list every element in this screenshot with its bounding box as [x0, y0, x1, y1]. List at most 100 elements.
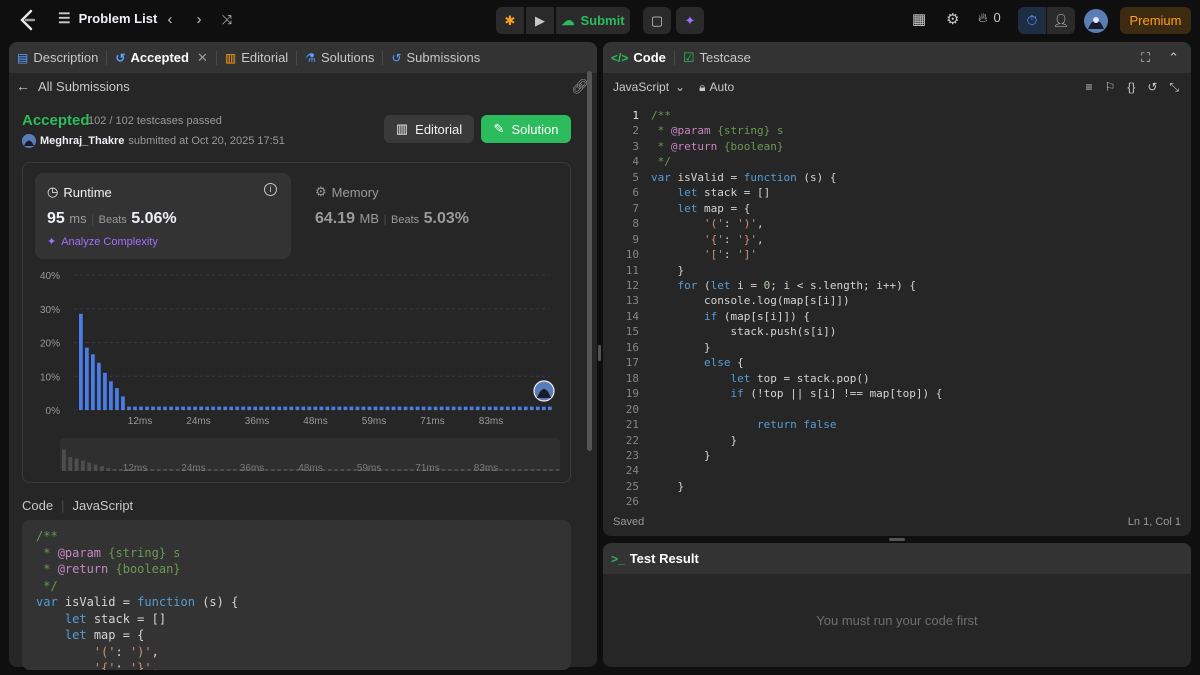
- code-line[interactable]: stack.push(s[i]): [651, 324, 942, 339]
- chart-bar[interactable]: [337, 406, 342, 410]
- chart-bar[interactable]: [109, 381, 113, 410]
- timer-button[interactable]: ⏱: [1018, 7, 1046, 34]
- chart-bar[interactable]: [397, 406, 402, 410]
- horizontal-splitter[interactable]: [889, 538, 905, 541]
- chart-bar[interactable]: [277, 406, 282, 410]
- chevron-up-icon[interactable]: ⌃: [1168, 50, 1179, 66]
- code-line[interactable]: var isValid = function (s) {: [651, 170, 942, 185]
- chart-bar[interactable]: [85, 347, 89, 410]
- chart-bar[interactable]: [343, 406, 348, 410]
- chart-bar[interactable]: [235, 406, 240, 410]
- chart-bar[interactable]: [331, 406, 336, 410]
- collapse-icon[interactable]: ⤡: [1169, 80, 1179, 95]
- chart-bar[interactable]: [313, 406, 318, 410]
- code-line[interactable]: else {: [651, 355, 942, 370]
- chart-bar[interactable]: [217, 406, 222, 410]
- tab-accepted[interactable]: ↺ Accepted ✕: [107, 42, 216, 73]
- run-button[interactable]: ▶: [526, 7, 554, 34]
- code-line[interactable]: }: [651, 448, 942, 463]
- code-line[interactable]: /**: [651, 108, 942, 123]
- chart-bar[interactable]: [253, 406, 258, 410]
- chart-bar[interactable]: [187, 406, 191, 410]
- left-scrollbar[interactable]: [587, 71, 592, 451]
- chart-bar[interactable]: [127, 406, 131, 410]
- code-line[interactable]: }: [651, 433, 942, 448]
- chart-bar[interactable]: [463, 406, 468, 410]
- chart-bar[interactable]: [265, 406, 270, 410]
- submit-button[interactable]: ☁ Submit: [556, 7, 630, 34]
- code-line[interactable]: if (map[s[i]]) {: [651, 309, 942, 324]
- gear-icon[interactable]: ⚙: [946, 10, 959, 28]
- tab-code[interactable]: </> Code: [603, 42, 674, 73]
- code-line[interactable]: */: [651, 154, 942, 169]
- code-line[interactable]: let stack = []: [651, 185, 942, 200]
- chart-bar[interactable]: [439, 406, 444, 410]
- chart-bar[interactable]: [457, 406, 462, 410]
- chart-bar[interactable]: [433, 406, 438, 410]
- code-line[interactable]: return false: [651, 417, 942, 432]
- next-problem-icon[interactable]: ›: [191, 11, 207, 29]
- chart-bar[interactable]: [103, 372, 107, 410]
- invite-button[interactable]: 👤︎: [1047, 7, 1075, 34]
- tab-editorial[interactable]: ▥ Editorial: [217, 42, 296, 73]
- chart-bar[interactable]: [487, 406, 492, 410]
- tab-testcase[interactable]: ☑ Testcase: [675, 42, 759, 73]
- close-icon[interactable]: ✕: [197, 50, 208, 66]
- info-icon[interactable]: i: [264, 183, 277, 196]
- chart-bar[interactable]: [475, 406, 480, 410]
- chart-bar[interactable]: [409, 406, 414, 410]
- code-lines[interactable]: /** * @param {string} s * @return {boole…: [651, 108, 942, 510]
- code-line[interactable]: }: [651, 340, 942, 355]
- code-line[interactable]: if (!top || s[i] !== map[top]) {: [651, 386, 942, 401]
- code-line[interactable]: '{': '}',: [651, 232, 942, 247]
- chart-bar[interactable]: [151, 406, 155, 410]
- chart-bar[interactable]: [535, 406, 540, 410]
- chart-bar[interactable]: [199, 406, 203, 410]
- tab-test-result[interactable]: >_ Test Result: [603, 543, 707, 574]
- chart-bar[interactable]: [301, 406, 306, 410]
- chart-bar[interactable]: [451, 406, 456, 410]
- chart-bar[interactable]: [139, 406, 143, 410]
- notes-button[interactable]: ▢: [643, 7, 671, 34]
- editorial-button[interactable]: ▥ Editorial: [384, 115, 474, 143]
- chart-bar[interactable]: [91, 354, 95, 410]
- chart-bar[interactable]: [223, 406, 228, 410]
- chart-bar[interactable]: [373, 406, 378, 410]
- debug-button[interactable]: ✱: [496, 7, 524, 34]
- code-line[interactable]: ​: [651, 463, 942, 478]
- avatar[interactable]: [1084, 9, 1108, 33]
- back-to-submissions[interactable]: ← All Submissions: [16, 78, 130, 94]
- chart-bar[interactable]: [385, 406, 390, 410]
- code-line[interactable]: * @param {string} s: [651, 123, 942, 138]
- chart-bar[interactable]: [361, 406, 366, 410]
- chart-bar[interactable]: [427, 406, 432, 410]
- code-line[interactable]: }: [651, 479, 942, 494]
- chart-bar[interactable]: [325, 406, 330, 410]
- code-line[interactable]: console.log(map[s[i]]): [651, 293, 942, 308]
- language-select[interactable]: JavaScript ⌄: [613, 80, 685, 94]
- chart-bar[interactable]: [115, 388, 119, 410]
- chart-bar[interactable]: [193, 406, 197, 410]
- chart-bar[interactable]: [289, 406, 294, 410]
- tab-description[interactable]: ▤ Description: [9, 42, 106, 73]
- problem-list-button[interactable]: ☰ Problem List: [58, 10, 157, 27]
- chart-bar[interactable]: [493, 406, 498, 410]
- code-line[interactable]: '[': ']': [651, 247, 942, 262]
- chart-bar[interactable]: [307, 406, 312, 410]
- chart-bar[interactable]: [163, 406, 167, 410]
- code-line[interactable]: '(': ')',: [651, 216, 942, 231]
- chart-bar[interactable]: [175, 406, 179, 410]
- shuffle-icon[interactable]: ⤨: [219, 11, 235, 29]
- maximize-icon[interactable]: ⛶: [1141, 50, 1150, 66]
- chart-bar[interactable]: [541, 406, 546, 410]
- bookmark-icon[interactable]: ⚐: [1105, 80, 1116, 94]
- chart-bar[interactable]: [511, 406, 516, 410]
- chart-bar[interactable]: [97, 362, 101, 410]
- chart-bar[interactable]: [505, 406, 510, 410]
- code-line[interactable]: let map = {: [651, 201, 942, 216]
- reset-icon[interactable]: ↺: [1147, 80, 1157, 94]
- chart-bar[interactable]: [517, 406, 522, 410]
- streak-counter[interactable]: 🔥︎ 0: [978, 10, 1001, 26]
- leetcode-logo-icon[interactable]: [18, 9, 38, 31]
- chart-bar[interactable]: [481, 406, 486, 410]
